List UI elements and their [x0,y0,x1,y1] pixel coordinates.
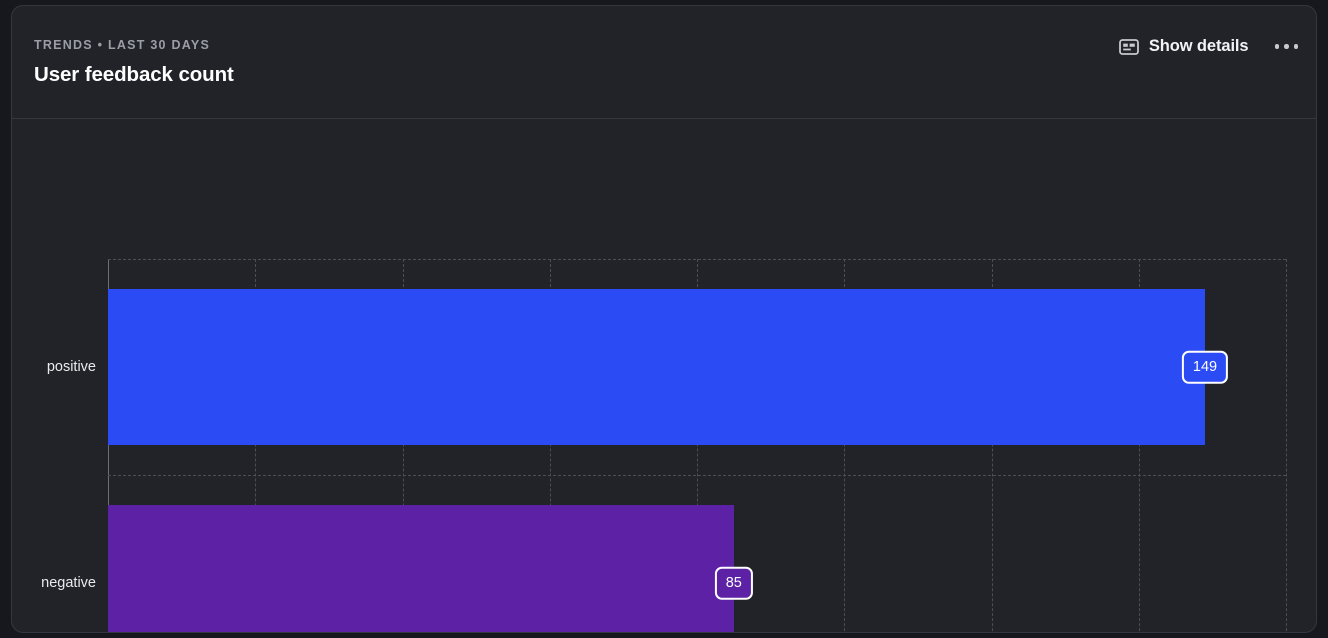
x-gridline [1286,259,1287,632]
details-card-icon [1118,38,1139,55]
ellipsis-dot [1274,44,1279,49]
bar-negative[interactable] [108,505,734,632]
chart-card: TRENDS • LAST 30 DAYS User feedback coun… [11,5,1317,633]
card-header: TRENDS • LAST 30 DAYS User feedback coun… [12,6,1316,119]
value-badge-positive: 149 [1181,350,1229,384]
category-gridline [108,259,1286,260]
card-eyebrow: TRENDS • LAST 30 DAYS [34,38,211,52]
category-gridline [108,475,1286,476]
bar-positive[interactable] [108,289,1205,445]
ellipsis-dot [1293,44,1298,49]
ellipsis-icon[interactable] [1273,38,1301,55]
bar-chart-plot: 149 85 [108,259,1287,632]
show-details-button[interactable]: Show details [1117,35,1251,58]
page-title: User feedback count [34,63,234,86]
chart-area: 14985 020406080100120140160positivenegat… [12,119,1316,632]
category-label-negative: negative [41,575,96,591]
show-details-label: Show details [1148,37,1249,55]
header-actions: Show details [1117,35,1300,58]
category-label-positive: positive [46,359,96,375]
ellipsis-dot [1284,44,1289,49]
value-badge-negative: 85 [714,566,753,600]
